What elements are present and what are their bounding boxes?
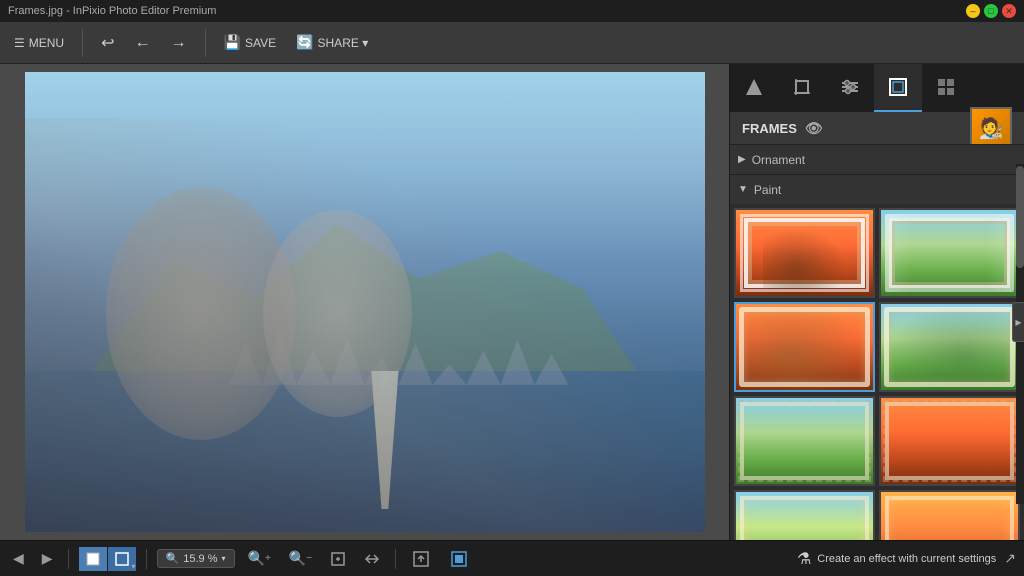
- adjust-tool-button[interactable]: [826, 64, 874, 112]
- status-divider-1: [68, 549, 69, 569]
- panel-icon-bar: [730, 64, 1024, 112]
- dropdown-arrow-icon: ▾: [132, 562, 136, 571]
- zoom-icon: 🔍: [166, 552, 180, 565]
- ornament-category[interactable]: ▶ Ornament: [730, 144, 1024, 174]
- close-button[interactable]: ✕: [1002, 4, 1016, 18]
- filter-tool-button[interactable]: [730, 64, 778, 112]
- zoom-in-icon: 🔍: [248, 550, 265, 567]
- share-icon: 🔄: [296, 34, 313, 51]
- frames-header: FRAMES 👁 🧑‍🎨: [730, 112, 1024, 144]
- frame-thumb-5[interactable]: [734, 396, 875, 486]
- zoom-out-button[interactable]: 🔍−: [284, 547, 317, 570]
- texture-icon: [936, 77, 956, 97]
- nav-prev-button[interactable]: ◀: [8, 547, 29, 570]
- frames-label: FRAMES: [742, 121, 797, 136]
- crop-icon: [792, 77, 812, 97]
- eye-icon: 👁: [805, 120, 823, 137]
- save-button[interactable]: 💾 SAVE: [218, 30, 283, 55]
- zoom-in-button[interactable]: 🔍+: [243, 547, 276, 570]
- image-tool-icon-2: [114, 551, 130, 567]
- hamburger-icon: ☰: [14, 36, 25, 50]
- create-effect-label: Create an Create an effect with current …: [817, 553, 996, 565]
- status-divider-3: [395, 549, 396, 569]
- titlebar: Frames.jpg - InPixio Photo Editor Premiu…: [0, 0, 1024, 22]
- panel-expand-handle[interactable]: ▶: [1012, 302, 1024, 342]
- flask-icon: ⚗: [797, 549, 811, 569]
- nav-next-icon: ▶: [42, 550, 53, 567]
- zoom-dropdown-icon: ▾: [222, 554, 226, 563]
- ornament-label: Ornament: [752, 153, 805, 167]
- nav-prev-icon: ◀: [13, 550, 24, 567]
- frames-tool-button[interactable]: [874, 64, 922, 112]
- right-panel: FRAMES 👁 🧑‍🎨 ▶ Ornament ▼ Paint: [729, 64, 1024, 540]
- ornament-arrow: ▶: [738, 154, 746, 165]
- main-layout: FRAMES 👁 🧑‍🎨 ▶ Ornament ▼ Paint: [0, 64, 1024, 540]
- image-tool-btn-2[interactable]: ▾: [108, 547, 136, 571]
- image-tool-icon-1: [85, 551, 101, 567]
- create-effect-button[interactable]: ⚗ Create an Create an effect with curren…: [797, 549, 996, 569]
- export-box-button[interactable]: [444, 546, 474, 572]
- frame-thumb-4[interactable]: [879, 302, 1020, 392]
- export-up-button[interactable]: [406, 546, 436, 572]
- statusbar: ◀ ▶ ▾ 🔍 15.9 % ▾ 🔍+ 🔍−: [0, 540, 1024, 576]
- toolbar: ☰ MENU ↩ ← → 💾 SAVE 🔄 SHARE ▾: [0, 22, 1024, 64]
- paint-arrow: ▼: [738, 184, 748, 195]
- minimize-button[interactable]: –: [966, 4, 980, 18]
- window-title: Frames.jpg - InPixio Photo Editor Premiu…: [8, 5, 216, 17]
- status-divider-2: [146, 549, 147, 569]
- back-button[interactable]: ←: [129, 30, 157, 56]
- export-box-icon: [449, 549, 469, 569]
- frame-thumb-8[interactable]: [879, 490, 1020, 540]
- avatar: 🧑‍🎨: [970, 107, 1012, 149]
- status-right: ⚗ Create an Create an effect with curren…: [797, 549, 1016, 569]
- panel-scrollbar-thumb[interactable]: [1016, 166, 1024, 268]
- frames-grid: [730, 204, 1024, 540]
- photo-canvas: [25, 72, 705, 532]
- image-tool-btn-1[interactable]: [79, 547, 107, 571]
- canvas-area: [0, 64, 729, 540]
- zoom-in-plus: +: [265, 553, 271, 564]
- back-icon: ←: [135, 34, 151, 52]
- zoom-out-minus: −: [306, 553, 312, 564]
- export-up-icon: [411, 549, 431, 569]
- forward-icon: →: [171, 34, 187, 52]
- fit-icon: [330, 551, 346, 567]
- undo-icon: ↩: [101, 33, 114, 53]
- frame-thumb-6[interactable]: [879, 396, 1020, 486]
- actual-size-button[interactable]: [359, 548, 385, 570]
- cursor-icon: ↗: [1004, 550, 1016, 567]
- toolbar-divider-2: [205, 29, 206, 57]
- paint-category[interactable]: ▼ Paint: [730, 174, 1024, 204]
- frame-thumb-1[interactable]: [734, 208, 875, 298]
- frames-icon: [888, 77, 908, 97]
- zoom-display: 🔍 15.9 % ▾: [157, 549, 235, 568]
- share-button[interactable]: 🔄 SHARE ▾: [290, 30, 374, 55]
- zoom-value: 15.9 %: [183, 553, 217, 565]
- texture-tool-button[interactable]: [922, 64, 970, 112]
- zoom-out-icon: 🔍: [289, 550, 306, 567]
- frame-thumb-7[interactable]: [734, 490, 875, 540]
- crop-tool-button[interactable]: [778, 64, 826, 112]
- filter-icon: [744, 77, 764, 97]
- forward-button[interactable]: →: [165, 30, 193, 56]
- save-icon: 💾: [224, 34, 241, 51]
- actual-size-icon: [364, 551, 380, 567]
- maximize-button[interactable]: □: [984, 4, 998, 18]
- photo-background: [25, 72, 705, 532]
- frame-thumb-2[interactable]: [879, 208, 1020, 298]
- photo-overlay: [25, 72, 705, 532]
- image-tool-group: ▾: [79, 547, 136, 571]
- titlebar-controls: – □ ✕: [966, 4, 1016, 18]
- nav-next-button[interactable]: ▶: [37, 547, 58, 570]
- fit-button[interactable]: [325, 548, 351, 570]
- share-label: SHARE ▾: [318, 36, 369, 50]
- frame-thumb-3[interactable]: [734, 302, 875, 392]
- toolbar-divider-1: [82, 29, 83, 57]
- adjust-icon: [840, 77, 860, 97]
- undo-button[interactable]: ↩: [95, 29, 120, 57]
- paint-label: Paint: [754, 183, 781, 197]
- menu-label: MENU: [29, 36, 64, 50]
- save-label: SAVE: [245, 36, 276, 50]
- menu-button[interactable]: ☰ MENU: [8, 32, 70, 54]
